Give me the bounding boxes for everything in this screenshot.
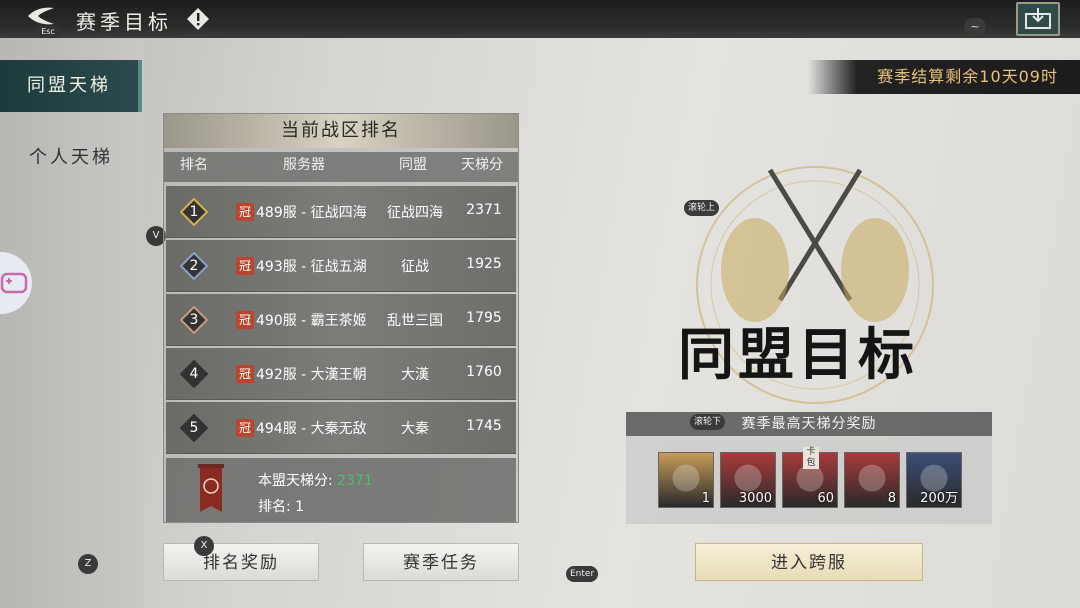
ranking-row[interactable]: 5 冠 494服 - 大秦无敌 大秦 1745 [166,402,516,454]
column-header-alliance: 同盟 [399,157,427,173]
rank-number: 4 [189,366,199,382]
back-button[interactable] [24,4,58,28]
ladder-score: 1760 [466,364,502,380]
column-header-rank: 排名 [180,157,208,173]
inbox-icon[interactable] [1016,2,1060,36]
alliance-goal-title: 同盟目标 [678,322,918,388]
top-bar: Esc 赛季目标 ~ [0,0,1080,38]
left-nav: 同盟天梯 个人天梯 [0,40,144,608]
my-rank-text: 排名: 1 [258,499,305,515]
ranking-row[interactable]: 2 冠 493服 - 征战五湖 征战 1925 [166,240,516,292]
my-score-text: 本盟天梯分: 2371 [258,470,373,490]
info-icon[interactable] [186,7,210,31]
my-score-label: 本盟天梯分: [258,473,333,489]
x-key-hint: X [194,536,214,556]
esc-key-hint: Esc [36,26,60,38]
reward-count: 200万 [920,491,958,506]
page-title: 赛季目标 [76,10,172,34]
ranking-row[interactable]: 3 冠 490服 - 霸王茶姬 乱世三国 1795 [166,294,516,346]
column-header-score: 天梯分 [461,157,503,173]
reward-title: 赛季最高天梯分奖励 [626,412,992,436]
rank-number: 3 [189,312,199,328]
crown-badge: 冠 [236,419,254,437]
floating-tool-button[interactable] [0,252,32,314]
gamepad-icon [0,272,28,294]
season-task-button[interactable]: 赛季任务 [363,543,519,581]
crown-badge: 冠 [236,203,254,221]
crown-badge: 冠 [236,311,254,329]
reward-count: 1 [701,491,710,506]
back-arrow-icon [28,7,54,25]
jade-dragon-icon[interactable]: 3000 [720,452,776,508]
crossbow-icon[interactable]: 1 [658,452,714,508]
server-name: 492服 - 大漢王朝 [256,367,367,383]
ranking-row[interactable]: 1 冠 489服 - 征战四海 征战四海 2371 [166,186,516,238]
ladder-score: 1925 [466,256,502,272]
rank-reward-button[interactable]: 排名奖励 [163,543,319,581]
enter-key-hint: Enter [566,566,599,582]
ladder-score: 1745 [466,418,502,434]
my-score-value: 2371 [337,473,373,489]
alliance-banner-icon [198,464,224,512]
ladder-score: 2371 [466,202,502,218]
reward-count: 60 [817,491,834,506]
alliance-name: 乱世三国 [387,313,443,329]
season-timer: 赛季结算剩余10天09时 [808,60,1080,94]
server-name: 489服 - 征战四海 [256,205,367,221]
scroll-up-hint: 滚轮上 [684,200,720,216]
enter-cross-server-button[interactable]: 进入跨服 [695,543,923,581]
ranking-panel: 当前战区排名 排名 服务器 同盟 天梯分 1 冠 489服 - 征战四海 征战四海 23… [163,113,519,523]
ladder-score: 1795 [466,310,502,326]
jade-item-icon[interactable]: 8 [844,452,900,508]
rank-number: 2 [189,258,199,274]
server-name: 494服 - 大秦无敌 [256,421,367,437]
reward-count: 8 [887,491,896,506]
copper-coin-icon[interactable]: 200万 [906,452,962,508]
ranking-panel-title: 当前战区排名 [164,114,518,148]
server-name: 490服 - 霸王茶姬 [256,313,367,329]
alliance-name: 征战 [401,259,429,275]
alliance-name: 大漢 [401,367,429,383]
rank-number: 1 [189,204,199,220]
tilde-key-hint: ~ [964,18,986,36]
rank-number: 5 [189,420,199,436]
card-pack-icon[interactable]: 卡包 60 [782,447,838,508]
alliance-name: 大秦 [401,421,429,437]
reward-count: 3000 [738,491,772,506]
column-header-server: 服务器 [283,157,325,173]
crown-badge: 冠 [236,365,254,383]
server-name: 493服 - 征战五湖 [256,259,367,275]
nav-item-alliance-ladder[interactable]: 同盟天梯 [0,60,142,112]
reward-panel: 赛季最高天梯分奖励 1 3000 卡包 60 8 200万 [626,412,992,524]
crown-badge: 冠 [236,257,254,275]
my-alliance-summary: 本盟天梯分: 2371 排名: 1 [166,458,516,522]
nav-item-personal-ladder[interactable]: 个人天梯 [0,132,142,184]
z-key-hint: Z [78,554,98,574]
alliance-name: 征战四海 [387,205,443,221]
card-pack-tag: 卡包 [803,447,819,469]
ranking-row[interactable]: 4 冠 492服 - 大漢王朝 大漢 1760 [166,348,516,400]
scroll-down-hint: 滚轮下 [690,414,726,430]
